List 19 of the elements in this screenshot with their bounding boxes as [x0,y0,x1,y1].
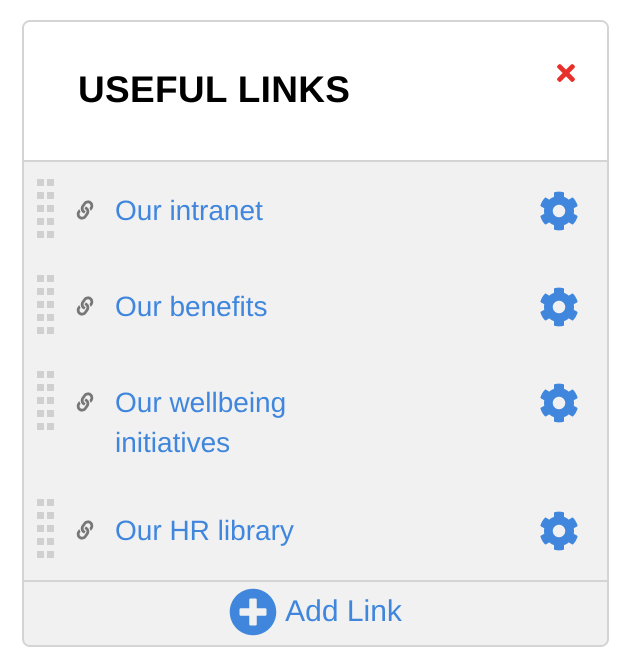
link-label[interactable]: Our intranet [115,191,355,231]
panel-title: USEFUL LINKS [78,71,350,108]
link-icon [74,520,96,540]
link-label[interactable]: Our benefits [115,287,355,327]
settings-button[interactable] [539,511,579,551]
drag-handle-icon[interactable] [37,179,55,239]
link-icon [74,200,96,220]
drag-handle-icon[interactable] [37,275,55,335]
link-label[interactable]: Our HR library [115,511,355,551]
link-icon [74,392,96,412]
settings-button[interactable] [539,191,579,231]
link-label[interactable]: Our wellbeing initiatives [115,383,355,463]
link-icon [74,296,96,316]
drag-handle-icon[interactable] [37,371,55,431]
plus-icon [229,588,278,636]
settings-button[interactable] [539,383,579,423]
drag-handle-icon[interactable] [37,499,55,559]
settings-button[interactable] [539,287,579,327]
add-link-button[interactable]: Add Link [229,588,402,636]
